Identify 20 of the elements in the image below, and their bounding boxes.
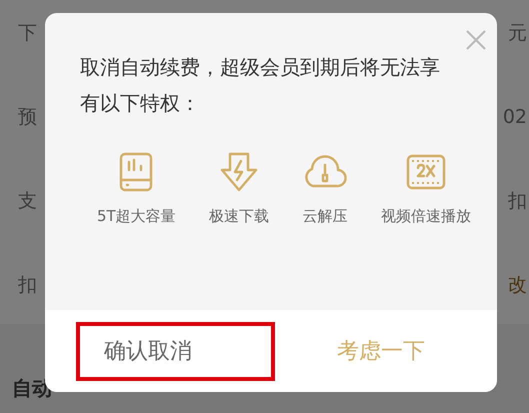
dialog-message: 取消自动续费，超级会员到期后将无法享有以下特权： (80, 54, 441, 117)
row-label: 预 (18, 105, 37, 130)
row-label: 下 (18, 21, 37, 46)
hard-drive-icon (119, 152, 154, 192)
feature-label: 极速下载 (209, 207, 270, 226)
row-value: 元 (508, 21, 528, 46)
cloud-zip-icon (303, 155, 348, 189)
lightning-arrow-icon (219, 152, 260, 192)
row-value: 扣 (508, 189, 528, 214)
feature-label: 云解压 (302, 207, 348, 226)
double-speed-icon (406, 154, 446, 190)
row-value: 02 (502, 106, 528, 128)
confirm-cancel-button[interactable]: 确认取消 (76, 322, 275, 380)
row-label: 扣 (18, 273, 37, 298)
consider-button[interactable]: 考虑一下 (291, 322, 471, 380)
row-link[interactable]: 改 (508, 272, 529, 298)
row-label: 支 (18, 189, 37, 214)
close-icon[interactable] (465, 29, 487, 51)
feature-label: 视频倍速播放 (380, 207, 471, 226)
feature-label: 5T超大容量 (97, 207, 176, 226)
